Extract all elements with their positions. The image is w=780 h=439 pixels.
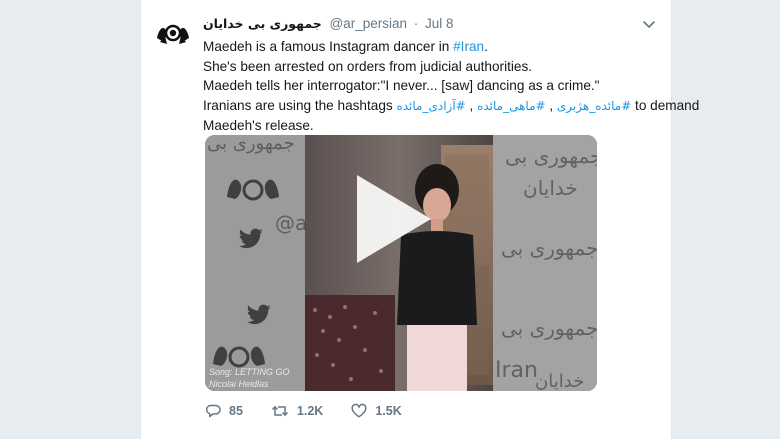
hashtag-link-3[interactable]: #مائده_هژبری [557,99,631,113]
retweet-count: 1.2K [296,404,324,418]
tweet-line-1: Maedeh is a famous Instagram dancer in #… [203,37,643,57]
like-button[interactable]: 1.5K [351,403,402,419]
page-background-left [0,0,140,439]
video-player[interactable]: جمهوری بی خدایان جمهوری بی جمهوری بی Ira… [205,135,597,391]
watermark-text: خدایان [535,371,584,391]
video-caption-song: Song: LETTING GO [209,367,290,377]
watermark-text: جمهوری بی [501,236,597,260]
tweet-text: Maedeh is a famous Instagram dancer in #… [203,37,699,136]
tweet-line-3: Maedeh tells her interrogator:"I never..… [203,78,600,93]
chevron-down-icon[interactable] [641,16,657,32]
retweet-icon [271,405,288,417]
tweet-line-2: She's been arrested on orders from judic… [203,58,533,74]
tweet-actions: 85 1.2K 1.5K [205,400,430,422]
watermark-text: خدایان [523,176,578,200]
hashtag-link-iran[interactable]: #Iran [453,39,484,54]
display-name[interactable]: جمهوری بی خدایان [203,16,322,31]
tweet-text-segment: Iranians are using the hashtags [203,97,397,113]
watermark-text: جمهوری بی [501,316,597,340]
tweet-header: جمهوری بی خدایان @ar_persian · Jul 8 [203,16,659,34]
page-background-right [672,0,780,439]
tweet-line-4: Iranians are using the hashtags #آزادی_م… [203,96,699,117]
tweet-line-5: Maedeh's release. [203,118,314,133]
watermark-text: جمهوری بی [207,135,295,154]
tweet-card[interactable]: جمهوری بی خدایان @ar_persian · Jul 8 Mae… [140,0,699,439]
tweet-text-segment: , [545,97,557,113]
reply-icon [205,404,221,418]
user-handle[interactable]: @ar_persian [330,16,408,31]
watermark-text: جمهوری بی [505,144,597,168]
reply-button[interactable]: 85 [205,403,243,419]
video-frame: جمهوری بی خدایان جمهوری بی جمهوری بی Ira… [205,135,597,391]
watermark-text: Iran [495,358,538,383]
watermark-text: @a [275,211,307,235]
hashtag-link-1[interactable]: #آزادی_مائده [396,99,465,113]
avatar[interactable] [151,16,195,60]
reply-count: 85 [229,404,243,418]
video-caption-artist: Nicolai Heidlas [209,379,269,389]
hashtag-link-2[interactable]: #ماهی_مائده [477,99,545,113]
tweet-text-segment: Maedeh is a famous Instagram dancer in [203,39,454,54]
separator-dot: · [413,16,419,31]
avatar-logo-icon [151,16,195,60]
like-icon [351,403,367,418]
like-count: 1.5K [375,404,402,418]
tweet-text-segment: to demand [631,97,700,113]
retweet-button[interactable]: 1.2K [271,403,323,419]
tweet-text-segment: , [465,97,478,113]
tweet-date[interactable]: Jul 8 [425,16,454,31]
tweet-text-segment: . [484,39,488,54]
